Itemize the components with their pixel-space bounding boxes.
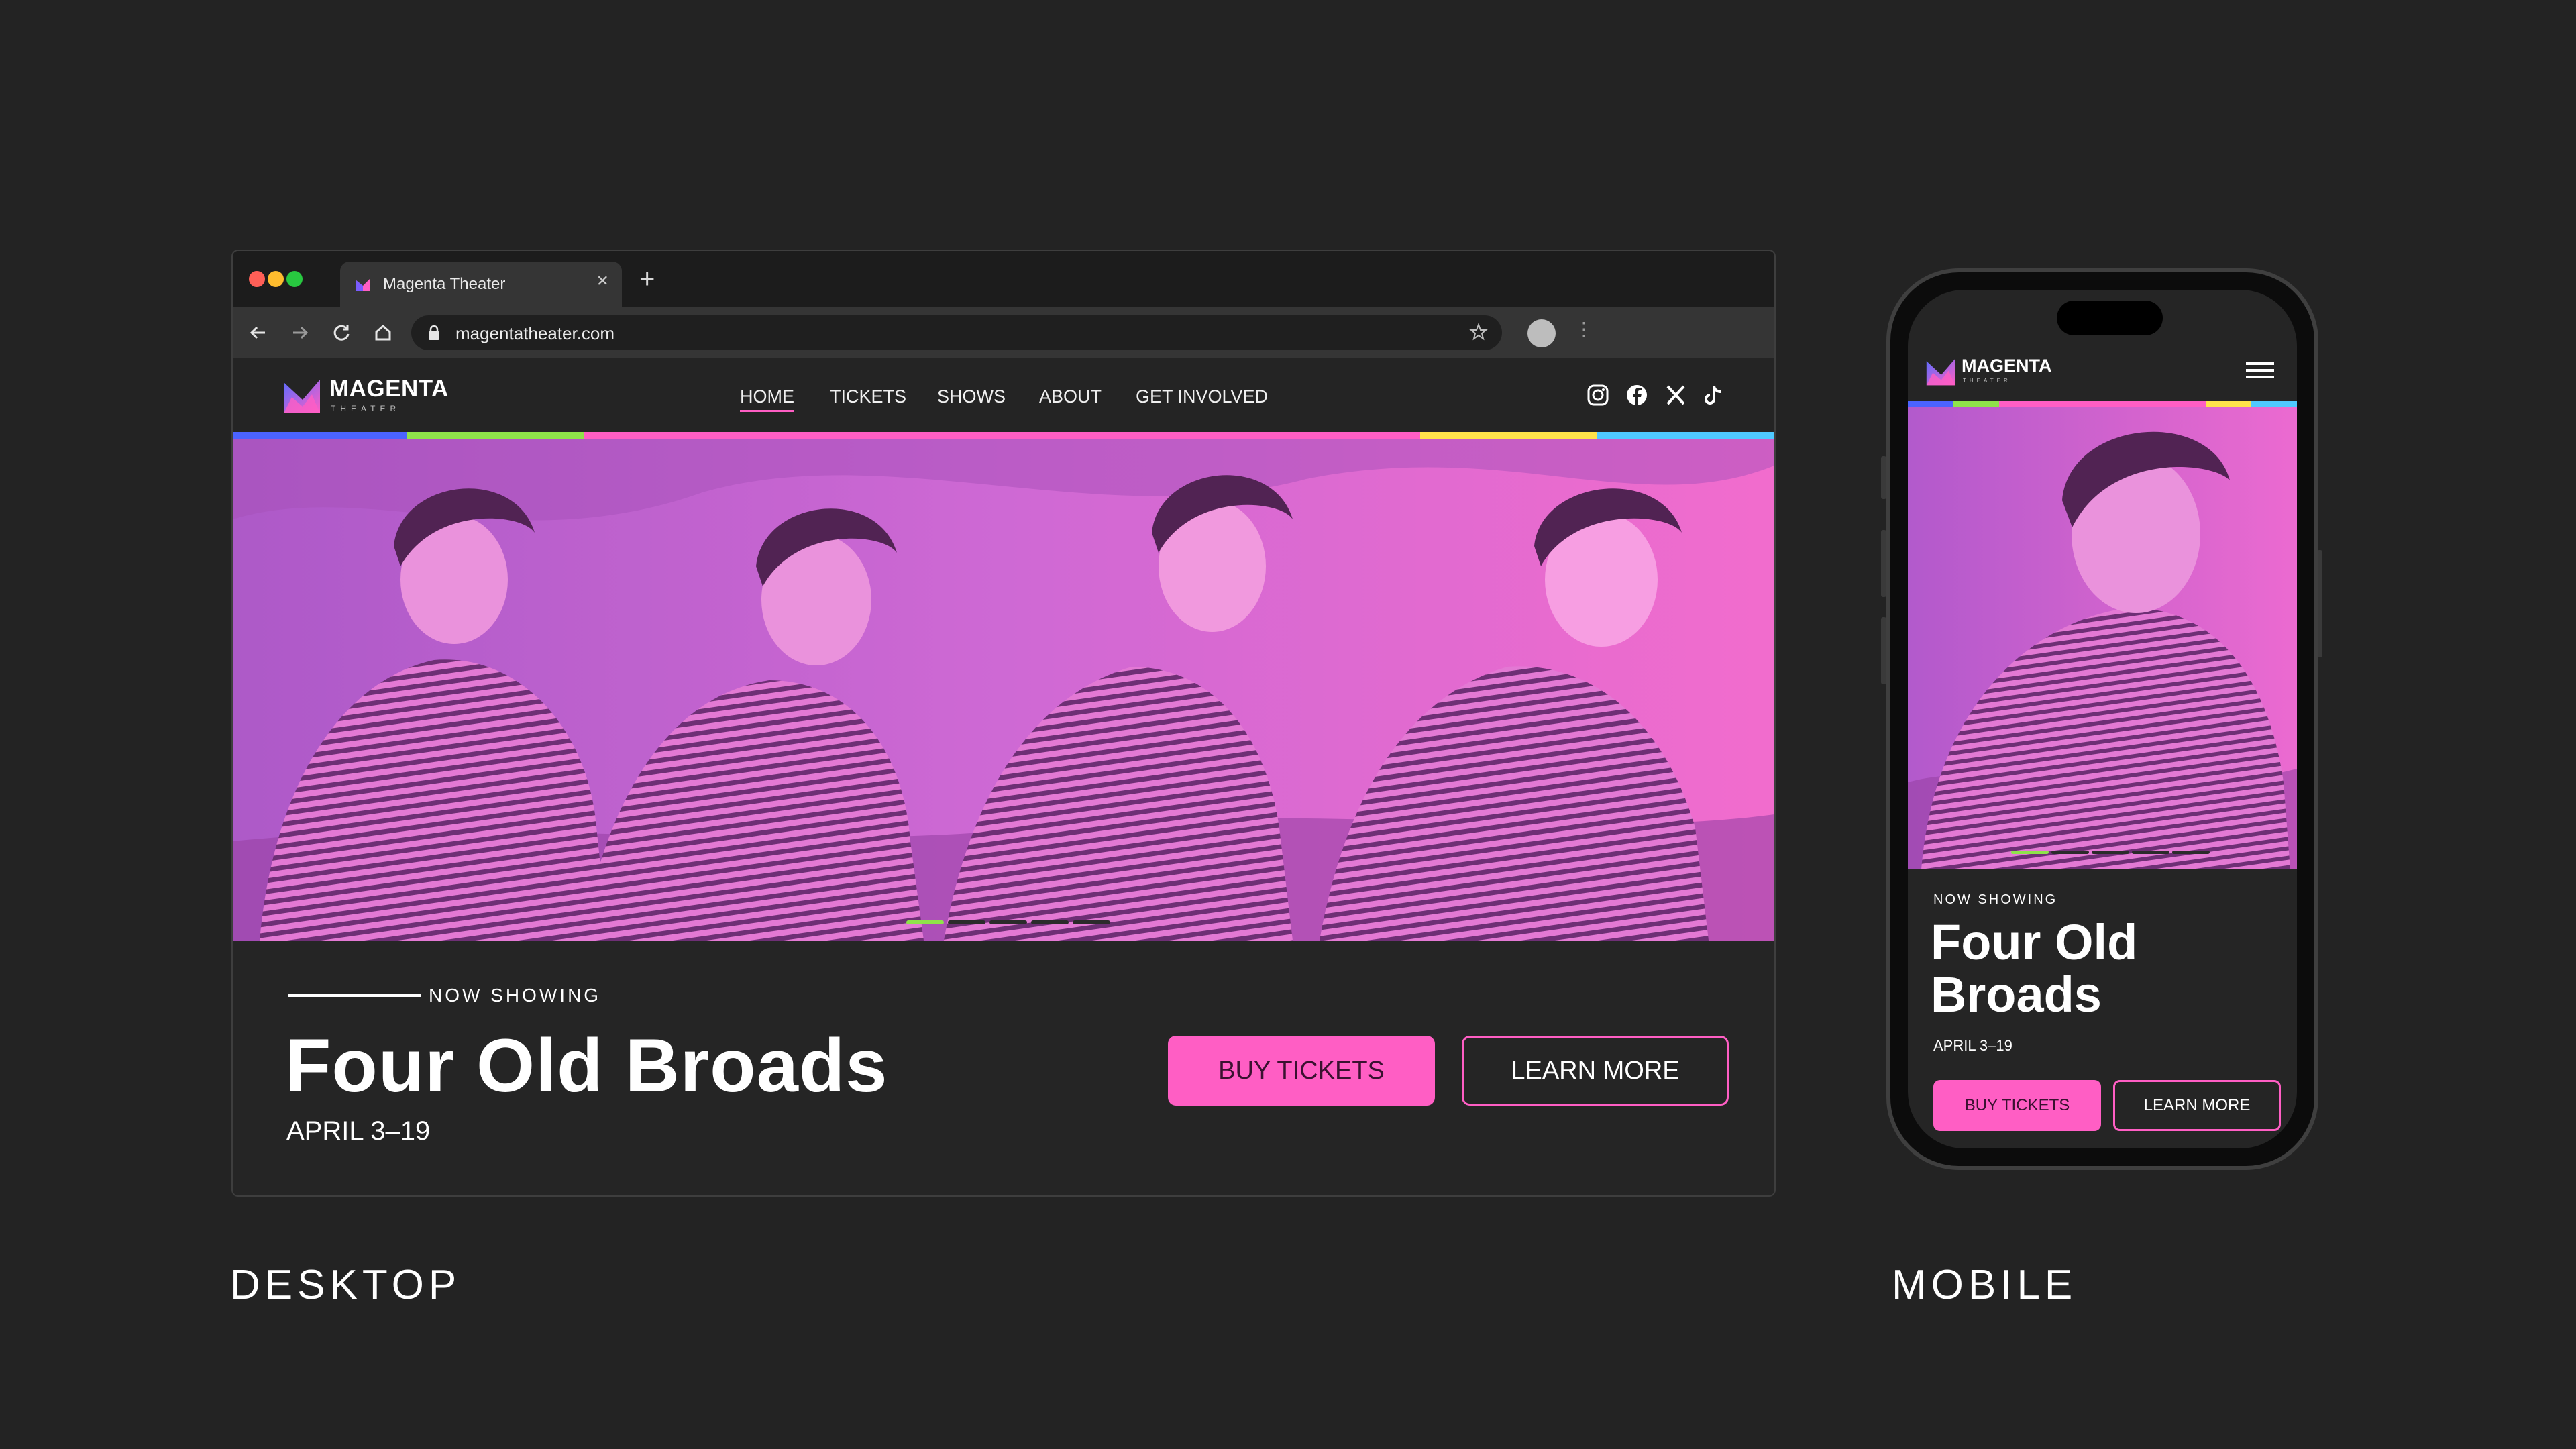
color-strip xyxy=(1908,401,2297,407)
forward-icon[interactable] xyxy=(286,319,313,346)
now-showing-label: NOW SHOWING xyxy=(429,985,602,1006)
mobile-phone-frame: MAGENTA THEATER NOW SHOWING Four Old Bro… xyxy=(1886,268,2318,1170)
mobile-caption: MOBILE xyxy=(1892,1262,2078,1308)
mobile-screen: MAGENTA THEATER NOW SHOWING Four Old Bro… xyxy=(1908,290,2297,1148)
magenta-logo-icon[interactable] xyxy=(282,377,321,415)
browser-menu-icon[interactable]: ⋮ xyxy=(1574,318,1593,340)
nav-tickets[interactable]: TICKETS xyxy=(830,386,906,407)
strip-segment xyxy=(1908,401,1953,407)
strip-segment xyxy=(1420,432,1597,439)
carousel-indicator-active[interactable] xyxy=(2011,851,2049,854)
nav-home[interactable]: HOME xyxy=(740,386,794,412)
buy-tickets-button[interactable]: BUY TICKETS xyxy=(1168,1036,1435,1106)
back-icon[interactable] xyxy=(245,319,272,346)
phone-side-button xyxy=(1881,617,1886,684)
strip-segment xyxy=(2251,401,2297,407)
carousel-indicator[interactable] xyxy=(2092,851,2129,854)
nav-about[interactable]: ABOUT xyxy=(1039,386,1102,407)
site-header: MAGENTA THEATER HOME TICKETS SHOWS ABOUT… xyxy=(233,358,1774,432)
instagram-icon[interactable] xyxy=(1587,384,1609,407)
home-icon[interactable] xyxy=(370,319,396,346)
tab-title: Magenta Theater xyxy=(383,275,506,293)
hero-photo xyxy=(1908,407,2297,869)
color-strip xyxy=(233,432,1774,439)
hero-photo xyxy=(233,439,1774,941)
hero-carousel[interactable] xyxy=(1908,407,2297,869)
strip-segment xyxy=(407,432,584,439)
carousel-indicator-active[interactable] xyxy=(906,920,944,924)
window-close-dot[interactable] xyxy=(249,271,265,287)
url-text: magentatheater.com xyxy=(455,323,615,343)
logo-subtitle: THEATER xyxy=(331,404,401,413)
dynamic-island xyxy=(2057,301,2163,335)
strip-segment xyxy=(1597,432,1774,439)
nav-shows[interactable]: SHOWS xyxy=(937,386,1006,407)
bookmark-star-icon[interactable] xyxy=(1468,322,1489,342)
hero-carousel[interactable] xyxy=(233,439,1774,941)
window-maximize-dot[interactable] xyxy=(286,271,303,287)
magenta-favicon-icon xyxy=(356,279,370,291)
now-showing-rule xyxy=(288,994,421,997)
profile-avatar[interactable] xyxy=(1527,319,1556,347)
new-tab-icon[interactable]: + xyxy=(639,266,655,292)
carousel-indicator[interactable] xyxy=(989,920,1027,924)
logo-subtitle: THEATER xyxy=(1963,378,2011,384)
strip-segment xyxy=(584,432,1420,439)
tiktok-icon[interactable] xyxy=(1702,384,1725,407)
x-icon[interactable] xyxy=(1664,384,1687,407)
show-title: Four Old Broads xyxy=(1931,914,2138,1022)
learn-more-button[interactable]: LEARN MORE xyxy=(2113,1080,2281,1131)
carousel-indicator[interactable] xyxy=(1073,920,1110,924)
window-minimize-dot[interactable] xyxy=(268,271,284,287)
learn-more-button[interactable]: LEARN MORE xyxy=(1462,1036,1729,1106)
strip-segment xyxy=(2206,401,2251,407)
now-showing-label: NOW SHOWING xyxy=(1933,892,2058,907)
show-title: Four Old Broads xyxy=(285,1024,888,1108)
carousel-indicator[interactable] xyxy=(2051,851,2089,854)
show-dates: APRIL 3–19 xyxy=(1933,1037,2012,1054)
browser-tab[interactable]: Magenta Theater × xyxy=(340,262,622,307)
desktop-caption: DESKTOP xyxy=(230,1262,462,1308)
lock-icon xyxy=(429,325,439,340)
address-bar[interactable]: magentatheater.com xyxy=(411,315,1502,350)
reload-icon[interactable] xyxy=(328,319,355,346)
magenta-logo-icon[interactable] xyxy=(1925,357,1956,386)
show-dates: APRIL 3–19 xyxy=(286,1116,431,1146)
strip-segment xyxy=(1953,401,1999,407)
browser-toolbar: magentatheater.com ⋮ xyxy=(233,307,1774,358)
desktop-browser-window: Magenta Theater × + magentatheater.com ⋮… xyxy=(231,250,1776,1197)
nav-get-involved[interactable]: GET INVOLVED xyxy=(1136,386,1268,407)
carousel-indicator[interactable] xyxy=(2132,851,2169,854)
buy-tickets-button[interactable]: BUY TICKETS xyxy=(1933,1080,2101,1131)
phone-side-button xyxy=(1881,530,1886,597)
logo-name: MAGENTA xyxy=(1962,356,2052,376)
facebook-icon[interactable] xyxy=(1625,384,1648,407)
tab-close-icon[interactable]: × xyxy=(596,271,608,291)
carousel-indicator[interactable] xyxy=(948,920,985,924)
carousel-indicator[interactable] xyxy=(2172,851,2210,854)
logo-name: MAGENTA xyxy=(329,376,449,402)
carousel-indicator[interactable] xyxy=(1031,920,1069,924)
phone-side-button xyxy=(1881,456,1886,499)
hamburger-menu-icon[interactable] xyxy=(2246,360,2274,381)
strip-segment xyxy=(233,432,407,439)
browser-tab-strip: Magenta Theater × + xyxy=(233,251,1774,307)
strip-segment xyxy=(1999,401,2206,407)
